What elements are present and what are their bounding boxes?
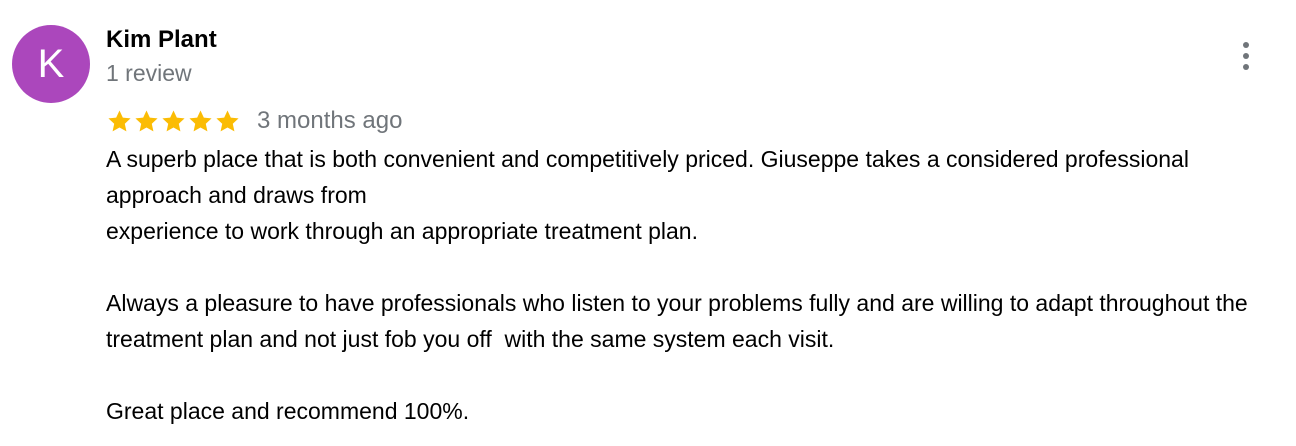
review-card: K Kim Plant 1 review 3 months ago A supe… (0, 0, 1296, 446)
star-rating (106, 108, 241, 135)
menu-dot (1243, 42, 1249, 48)
review-line (106, 357, 1276, 393)
review-line: experience to work through an appropriat… (106, 218, 698, 244)
review-count: 1 review (106, 60, 192, 86)
review-text: A superb place that is both convenient a… (106, 141, 1276, 429)
rating-row: 3 months ago (106, 104, 402, 138)
review-date: 3 months ago (257, 107, 403, 134)
more-options-button[interactable] (1226, 36, 1266, 76)
review-line: Great place and recommend 100%. (106, 398, 470, 424)
star-icon (189, 109, 212, 131)
avatar[interactable]: K (12, 25, 90, 103)
menu-dot (1243, 53, 1249, 59)
menu-dot (1243, 64, 1249, 70)
star-icon (162, 109, 185, 131)
review-line: A superb place that is both convenient a… (106, 146, 1196, 208)
star-icon (216, 109, 239, 131)
review-line: Always a pleasure to have professionals … (106, 290, 1255, 352)
more-vert-icon (1243, 42, 1249, 70)
star-icon (135, 109, 158, 131)
avatar-initial: K (37, 41, 65, 86)
review-line (106, 249, 1276, 285)
star-icon (108, 109, 131, 131)
reviewer-name[interactable]: Kim Plant (106, 24, 217, 56)
